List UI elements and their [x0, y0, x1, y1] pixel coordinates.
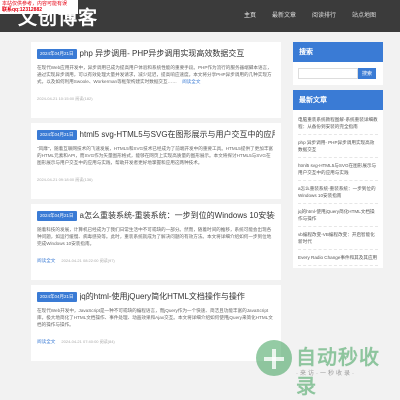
watermark-slogan: ·来访·一秒收录· [296, 371, 356, 377]
promo-banner: 本站仅供参考，内容可能有误 联系qq:12312882 [0, 0, 78, 14]
latest-posts-box: 最新文章 电脑重装系统教程图解-系统重装详细教程：从备份到安装的完全指南 php… [293, 90, 383, 268]
post-card: 2024年04月21日 html5 svg-HTML5与SVG在图形展示与用户交… [31, 123, 281, 199]
post-title[interactable]: php 异步调用- PHP异步调用实现高效数据交互 [80, 48, 245, 59]
nav-latest[interactable]: 最新文章 [264, 0, 304, 32]
post-title[interactable]: jq的html-使用jQuery简化HTML文档操作与操作 [80, 291, 245, 302]
post-excerpt-text: "风靡"，随着互联网技术的飞速发展，HTML5和SVG技术已经成为了前端开发中的… [37, 146, 274, 165]
latest-item[interactable]: 电脑重装系统教程图解-系统重装详细教程：从备份到安装的完全指南 [298, 112, 378, 135]
latest-item[interactable]: jq的html-使用jQuery简化HTML文档操作与操作 [298, 204, 378, 227]
post-excerpt: 在现代Web开发中，JavaScript是一种不可或缺的编程语言，而jQuery… [37, 307, 275, 335]
post-card: 2024年04月21日 php 异步调用- PHP异步调用实现高效数据交互 在现… [31, 42, 281, 118]
post-head: 2024年04月21日 jq的html-使用jQuery简化HTML文档操作与操… [37, 290, 275, 303]
search-title: 搜索 [293, 42, 383, 62]
plus-icon [256, 340, 292, 376]
site-header: 文创博客 本站仅供参考，内容可能有误 联系qq:12312882 主页 最新文章… [0, 0, 400, 32]
latest-item[interactable]: a怎么重装系统-重装系统：一步到位的Windows 10安装指南 [298, 181, 378, 204]
date-badge: 2024年04月21日 [37, 210, 77, 221]
post-excerpt: 随着科技的发展，计算机已经成为了我们日常生活中不可或缺的一部分。然而，随着时间的… [37, 226, 275, 254]
date-badge: 2024年04月21日 [37, 129, 77, 140]
nav-sitemap[interactable]: 站点地图 [344, 0, 384, 32]
latest-list: 电脑重装系统教程图解-系统重装详细教程：从备份到安装的完全指南 php 异步调用… [293, 110, 383, 268]
promo-line-2: 联系qq:12312882 [2, 7, 43, 13]
latest-item[interactable]: html5 svg-HTML5与SVG在图形展示与用户交互中的应用与实践 [298, 158, 378, 181]
post-excerpt: "风靡"，随着互联网技术的飞速发展，HTML5和SVG技术已经成为了前端开发中的… [37, 145, 275, 173]
read-more-link[interactable]: 阅读全文 [37, 339, 55, 345]
watermark-logo: 自动秒收录 ·来访·一秒收录· [256, 338, 386, 398]
post-head: 2024年04月21日 a怎么重装系统-重装系统：一步到位的Windows 10… [37, 209, 275, 222]
post-excerpt-text: 随着科技的发展，计算机已经成为了我们日常生活中不可或缺的一部分。然而，随着时间的… [37, 227, 272, 246]
post-meta: 2024-04-21 09:18:00 阅读(136) [37, 177, 93, 182]
post-meta-text: 2024-04-21 07:40:00 阅读(84) [61, 339, 115, 344]
read-more-link[interactable]: 阅读全文 [37, 258, 55, 264]
latest-item[interactable]: Every Radio Change事件和其及其应用 [298, 250, 378, 266]
search-row: 搜索 [293, 62, 383, 85]
latest-item[interactable]: php 异步调用- PHP异步调用实现高效数据交互 [298, 135, 378, 158]
latest-title: 最新文章 [293, 90, 383, 110]
latest-item[interactable]: vb编程改变-VB编程改变：开启智能化新时代 [298, 227, 378, 250]
main-nav: 主页 最新文章 阅读排行 站点地图 [236, 0, 384, 32]
nav-home[interactable]: 主页 [236, 0, 264, 32]
search-input[interactable] [298, 68, 358, 79]
post-title[interactable]: a怎么重装系统-重装系统：一步到位的Windows 10安装指南 [80, 210, 275, 221]
post-excerpt-text: 在现代Web开发中，JavaScript是一种不可或缺的编程语言，而jQuery… [37, 308, 273, 327]
sidebar: 搜索 搜索 最新文章 电脑重装系统教程图解-系统重装详细教程：从备份到安装的完全… [293, 42, 383, 273]
post-card: 2024年04月21日 jq的html-使用jQuery简化HTML文档操作与操… [31, 285, 281, 361]
post-list: 2024年04月21日 php 异步调用- PHP异步调用实现高效数据交互 在现… [31, 42, 281, 366]
search-button[interactable]: 搜索 [358, 68, 376, 79]
post-excerpt: 在现代Web应用开发中，异步调用已成为提高用户体验和系统性能的重要手段。PHP作… [37, 64, 275, 92]
nav-ranking[interactable]: 阅读排行 [304, 0, 344, 32]
post-head: 2024年04月21日 html5 svg-HTML5与SVG在图形展示与用户交… [37, 128, 275, 141]
read-more-link[interactable]: 阅读全文 [182, 79, 200, 84]
post-meta: 阅读全文 2024-04-21 08:22:00 阅读(97) [37, 258, 275, 264]
post-meta: 阅读全文 2024-04-21 07:40:00 阅读(84) [37, 339, 275, 345]
post-meta: 2024-04-21 10:15:00 阅读(182) [37, 96, 93, 101]
post-meta-text: 2024-04-21 08:22:00 阅读(97) [61, 258, 115, 263]
search-box: 搜索 搜索 [293, 42, 383, 85]
date-badge: 2024年04月21日 [37, 48, 77, 59]
post-head: 2024年04月21日 php 异步调用- PHP异步调用实现高效数据交互 [37, 47, 275, 60]
date-badge: 2024年04月21日 [37, 291, 77, 302]
post-title[interactable]: html5 svg-HTML5与SVG在图形展示与用户交互中的应用与实践 [80, 129, 275, 140]
post-excerpt-text: 在现代Web应用开发中，异步调用已成为提高用户体验和系统性能的重要手段。PHP作… [37, 65, 272, 84]
post-card: 2024年04月21日 a怎么重装系统-重装系统：一步到位的Windows 10… [31, 204, 281, 280]
